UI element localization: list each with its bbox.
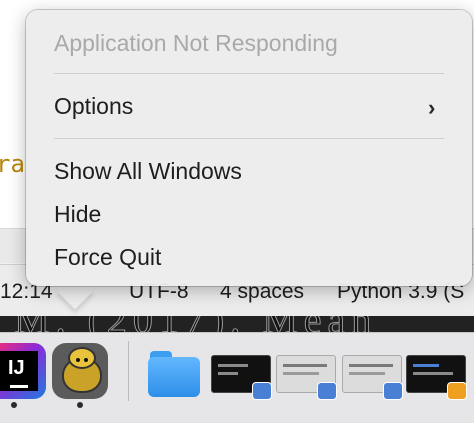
thumbnail-line: [218, 364, 248, 367]
document-strip: M. (2017). Mean: [0, 316, 474, 332]
window-thumbnail[interactable]: [342, 355, 403, 400]
terminal-window-thumbnail[interactable]: [211, 355, 272, 400]
app-badge-icon: [317, 382, 337, 400]
thumbnail-line: [283, 364, 327, 367]
menu-item-force-quit[interactable]: Force Quit: [54, 244, 161, 271]
menu-status-title: Application Not Responding: [54, 30, 338, 56]
thumbnail-line: [413, 364, 439, 367]
thumbnail-line: [218, 372, 238, 375]
window-thumbnail[interactable]: [406, 355, 467, 400]
code-fragment: ra: [0, 150, 25, 178]
menu-separator: [54, 138, 444, 139]
thumbnail-line: [413, 372, 453, 375]
running-indicator: [11, 402, 17, 408]
intellij-logo-inner: IJ: [0, 351, 38, 391]
menu-item-show-all-windows[interactable]: Show All Windows: [54, 158, 242, 185]
dock-context-menu: Application Not Responding Options › Sho…: [26, 10, 472, 286]
intellij-logo-bar: [10, 385, 28, 388]
thumbnail-line: [283, 372, 319, 375]
thumbnail-line: [349, 372, 385, 375]
turtle-head: [68, 347, 96, 369]
window-thumbnail[interactable]: [276, 355, 337, 400]
app-badge-icon: [447, 382, 467, 400]
menu-item-hide[interactable]: Hide: [54, 201, 101, 228]
app-badge-icon: [252, 382, 272, 400]
thumbnail-line: [349, 364, 393, 367]
document-fragment: M. (2017). Mean: [13, 316, 377, 332]
turtle-eye: [84, 358, 88, 362]
dock-divider: [128, 341, 129, 401]
app-badge-icon: [383, 382, 403, 400]
chevron-right-icon: ›: [428, 95, 436, 120]
turtle-eye: [76, 358, 80, 362]
folder-body: [148, 357, 200, 397]
dock: IJ: [0, 332, 474, 423]
running-indicator: [77, 402, 83, 408]
intellij-logo-text: IJ: [8, 357, 25, 379]
turtle-app-icon[interactable]: [52, 343, 108, 399]
folder-icon[interactable]: [146, 343, 202, 399]
menu-separator: [54, 73, 444, 74]
intellij-idea-icon[interactable]: IJ: [0, 343, 46, 399]
menu-item-options[interactable]: Options: [54, 93, 133, 120]
